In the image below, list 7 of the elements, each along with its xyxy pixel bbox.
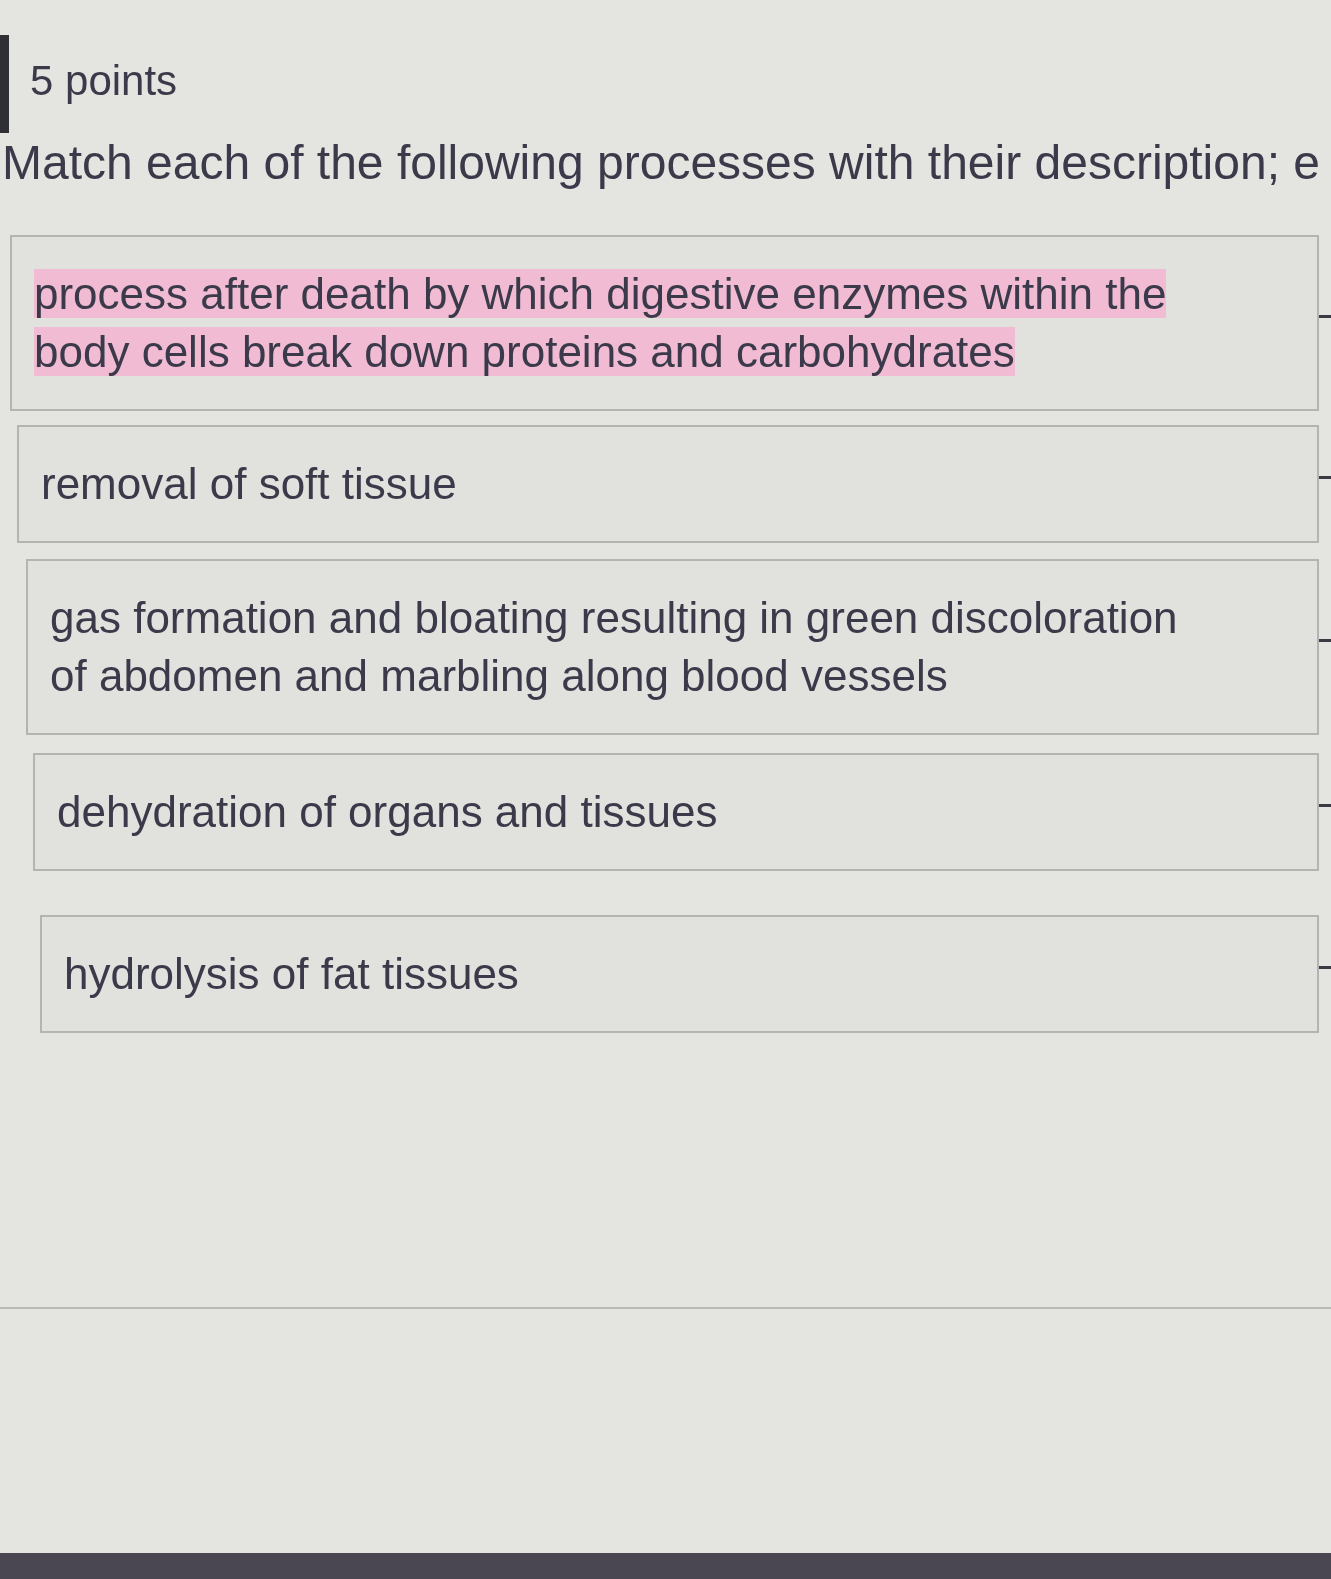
description-text: removal of soft tissue	[41, 458, 457, 510]
description-text: gas formation and bloating resulting in green discoloration of abdomen and marbling along blood vessels	[50, 592, 1179, 702]
points-label: 5 points	[30, 60, 178, 102]
description-text: hydrolysis of fat tissues	[64, 948, 519, 1000]
description-text: process after death by which digestive enzymes within the body cells break down proteins and carbohydrates	[34, 268, 1168, 378]
description-text: dehydration of organs and tissues	[57, 786, 718, 838]
question-prompt: Match each of the following processes with their description; e	[1, 135, 1320, 191]
